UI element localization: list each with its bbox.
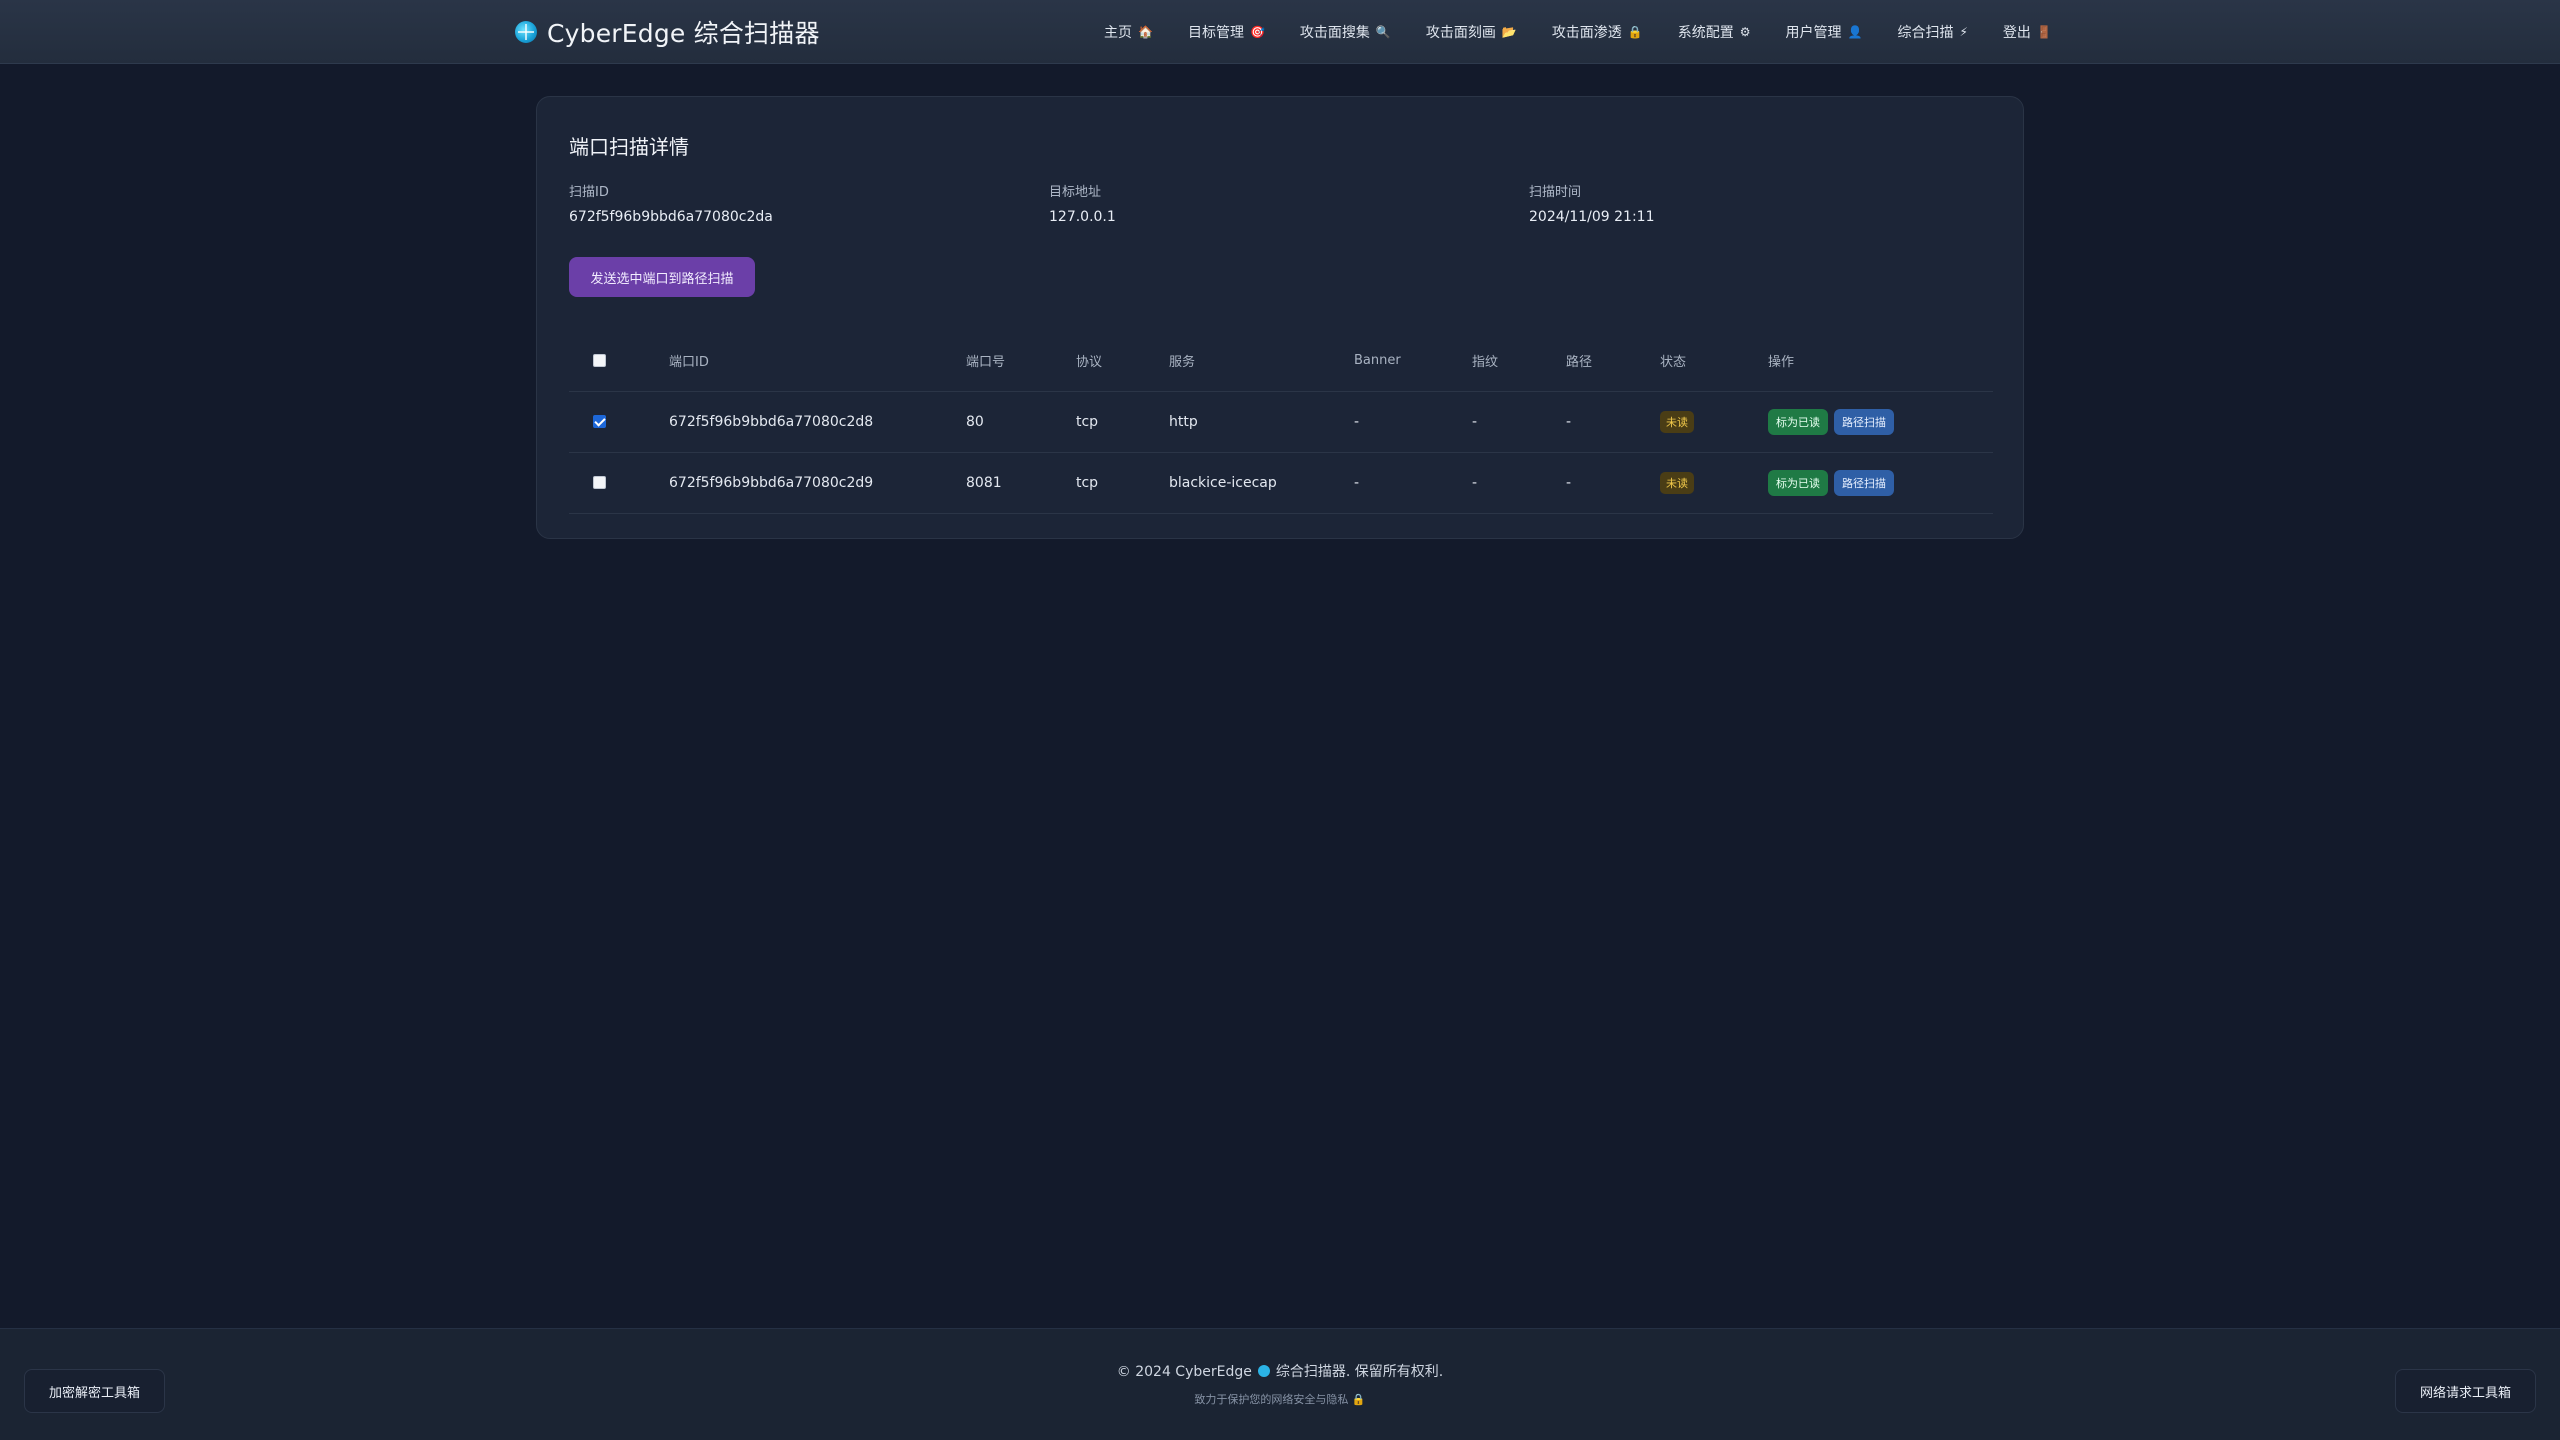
col-service: 服务	[1169, 331, 1354, 392]
main-nav: 主页 🏠 目标管理 🎯 攻击面搜集 🔍 攻击面刻画 📂 攻击面渗透 🔒 系统配置…	[1104, 20, 2052, 44]
path-cell: -	[1566, 452, 1660, 514]
nav-label: 系统配置	[1677, 25, 1734, 41]
nav-home[interactable]: 主页 🏠	[1104, 22, 1153, 42]
status-cell: 未读	[1660, 391, 1768, 453]
table-header-row: 端口ID 端口号 协议 服务 Banner 指纹 路径 状态 操作	[569, 331, 1993, 392]
col-status: 状态	[1660, 331, 1768, 392]
nav-attack-surface-profile[interactable]: 攻击面刻画 📂	[1426, 22, 1517, 42]
service-cell: http	[1169, 391, 1354, 453]
nav-user-management[interactable]: 用户管理 👤	[1786, 22, 1863, 42]
lock-icon: 🔒	[1351, 1393, 1366, 1406]
banner-cell: -	[1354, 391, 1472, 453]
actions-cell: 标为已读 路径扫描	[1768, 391, 1993, 453]
search-icon: 🔍	[1375, 25, 1391, 39]
path-scan-button[interactable]: 路径扫描	[1834, 469, 1894, 496]
copyright-suffix: 综合扫描器. 保留所有权利.	[1275, 1364, 1444, 1380]
top-navbar: CyberEdge 综合扫描器 主页 🏠 目标管理 🎯 攻击面搜集 🔍 攻击面刻…	[0, 0, 2560, 64]
col-fingerprint: 指纹	[1472, 331, 1566, 392]
port-table: 端口ID 端口号 协议 服务 Banner 指纹 路径 状态 操作 672f5f…	[569, 331, 1993, 514]
service-cell: blackice-icecap	[1169, 452, 1354, 514]
row-checkbox[interactable]	[593, 415, 606, 428]
lock-icon: 🔒	[1627, 25, 1643, 39]
banner-cell: -	[1354, 452, 1472, 514]
col-path: 路径	[1566, 331, 1660, 392]
home-icon: 🏠	[1138, 25, 1153, 39]
nav-label: 登出	[2002, 25, 2031, 41]
target-label: 目标地址	[1049, 185, 1102, 200]
nav-label: 目标管理	[1187, 25, 1244, 41]
lightning-icon: ⚡	[1959, 25, 1968, 39]
nav-label: 主页	[1104, 25, 1132, 41]
scan-id-value: 672f5f96b9bbd6a77080c2da	[569, 209, 773, 225]
port-cell: 80	[966, 391, 1076, 453]
mark-read-button[interactable]: 标为已读	[1768, 469, 1828, 496]
protocol-cell: tcp	[1076, 452, 1169, 514]
tagline: 致力于保护您的网络安全与隐私 🔒	[0, 1391, 2560, 1407]
select-all-cell	[569, 331, 669, 392]
nav-label: 攻击面搜集	[1299, 25, 1370, 41]
scan-id-field: 扫描ID 672f5f96b9bbd6a77080c2da	[569, 181, 773, 225]
folder-icon: 📂	[1501, 25, 1517, 39]
scan-time-label: 扫描时间	[1529, 185, 1582, 200]
scan-time-field: 扫描时间 2024/11/09 21:11	[1529, 181, 1655, 225]
fingerprint-cell: -	[1472, 452, 1566, 514]
path-cell: -	[1566, 391, 1660, 453]
status-cell: 未读	[1660, 452, 1768, 514]
brand[interactable]: CyberEdge 综合扫描器	[515, 14, 820, 50]
col-port: 端口号	[966, 331, 1076, 392]
gear-icon: ⚙	[1739, 25, 1751, 39]
nav-logout[interactable]: 登出 🚪	[2003, 22, 2052, 42]
user-icon: 👤	[1847, 25, 1863, 39]
status-badge: 未读	[1660, 410, 1694, 433]
nav-label: 攻击面刻画	[1425, 25, 1496, 41]
nav-attack-surface-pentest[interactable]: 攻击面渗透 🔒	[1552, 22, 1643, 42]
nav-label: 综合扫描	[1897, 25, 1954, 41]
crypto-toolbox-button[interactable]: 加密解密工具箱	[24, 1369, 166, 1413]
nav-target-management[interactable]: 目标管理 🎯	[1188, 22, 1265, 42]
nav-label: 用户管理	[1785, 25, 1842, 41]
target-icon: 🎯	[1249, 25, 1265, 39]
col-protocol: 协议	[1076, 331, 1169, 392]
row-select-cell	[569, 452, 669, 514]
footer: © 2024 CyberEdge 综合扫描器. 保留所有权利. 致力于保护您的网络…	[0, 1328, 2560, 1440]
col-banner: Banner	[1354, 331, 1472, 392]
app-title: CyberEdge 综合扫描器	[547, 19, 820, 48]
actions-cell: 标为已读 路径扫描	[1768, 452, 1993, 514]
network-request-toolbox-button[interactable]: 网络请求工具箱	[2394, 1369, 2536, 1413]
send-to-path-scan-button[interactable]: 发送选中端口到路径扫描	[569, 257, 755, 297]
port-id-cell: 672f5f96b9bbd6a77080c2d9	[669, 452, 966, 514]
table-row: 672f5f96b9bbd6a77080c2d9 8081 tcp blacki…	[569, 452, 1993, 514]
nav-comprehensive-scan[interactable]: 综合扫描 ⚡	[1897, 22, 1967, 42]
globe-icon	[515, 21, 537, 43]
table-row: 672f5f96b9bbd6a77080c2d8 80 tcp http - -…	[569, 391, 1993, 453]
row-select-cell	[569, 391, 669, 453]
tagline-text: 致力于保护您的网络安全与隐私	[1194, 1393, 1349, 1406]
door-icon: 🚪	[2036, 25, 2052, 39]
fingerprint-cell: -	[1472, 391, 1566, 453]
status-badge: 未读	[1660, 471, 1694, 494]
port-id-cell: 672f5f96b9bbd6a77080c2d8	[669, 391, 966, 453]
globe-dot-icon	[1257, 1365, 1270, 1377]
target-field: 目标地址 127.0.0.1	[1049, 181, 1116, 225]
target-value: 127.0.0.1	[1049, 209, 1116, 225]
nav-label: 攻击面渗透	[1551, 25, 1622, 41]
col-actions: 操作	[1768, 331, 1993, 392]
row-checkbox[interactable]	[593, 476, 606, 489]
scan-id-label: 扫描ID	[569, 185, 609, 200]
copyright: © 2024 CyberEdge 综合扫描器. 保留所有权利.	[0, 1361, 2560, 1381]
select-all-checkbox[interactable]	[593, 354, 606, 368]
path-scan-button[interactable]: 路径扫描	[1834, 408, 1894, 435]
mark-read-button[interactable]: 标为已读	[1768, 408, 1828, 435]
col-port-id: 端口ID	[669, 331, 966, 392]
copyright-prefix: © 2024 CyberEdge	[1116, 1364, 1252, 1380]
protocol-cell: tcp	[1076, 391, 1169, 453]
port-cell: 8081	[966, 452, 1076, 514]
page-title: 端口扫描详情	[569, 135, 689, 159]
nav-attack-surface-collect[interactable]: 攻击面搜集 🔍	[1300, 22, 1391, 42]
scan-time-value: 2024/11/09 21:11	[1529, 209, 1655, 225]
nav-system-config[interactable]: 系统配置 ⚙	[1678, 22, 1751, 42]
port-scan-detail-card: 端口扫描详情 扫描ID 672f5f96b9bbd6a77080c2da 目标地…	[536, 96, 2024, 539]
